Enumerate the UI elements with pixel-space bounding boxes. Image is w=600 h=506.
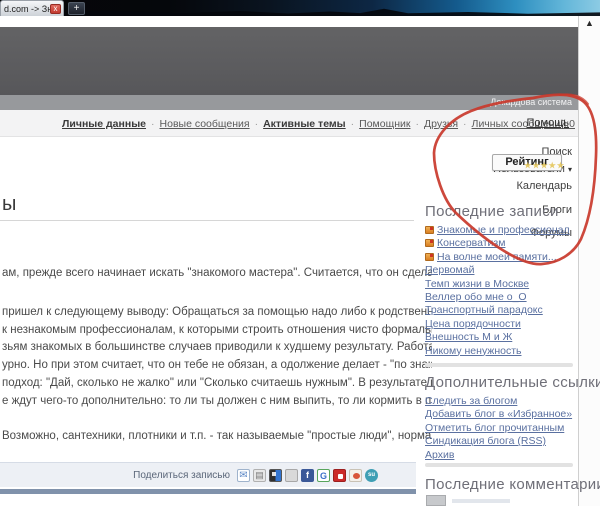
- browser-tab[interactable]: d.com -> Зна... x: [0, 0, 64, 16]
- nav-separator: ·: [463, 118, 467, 130]
- list-item: Синдикация блога (RSS): [425, 435, 572, 448]
- list-item: Цена порядочности: [425, 318, 570, 331]
- menu-help[interactable]: Помощь: [527, 117, 570, 129]
- nav-separator: ·: [151, 118, 155, 130]
- google-share-icon[interactable]: G: [317, 469, 330, 482]
- recent-post-link[interactable]: Знакомые и профессионал: [437, 224, 570, 236]
- additional-links-title: Дополнительные ссылки: [425, 374, 600, 391]
- list-item: Никому ненужность: [425, 345, 570, 358]
- list-item: Следить за блогом: [425, 395, 572, 408]
- post-line: подход: "Дай, сколько не жалко" или "Ско…: [2, 375, 432, 393]
- tab-close-icon[interactable]: x: [50, 4, 61, 14]
- email-share-icon[interactable]: ✉: [237, 469, 250, 482]
- recent-post-link[interactable]: На волне моей памяти...: [437, 251, 557, 263]
- nav-friends[interactable]: Друзья: [424, 118, 458, 130]
- mark-read-link[interactable]: Отметить блог прочитанным: [425, 422, 564, 434]
- recent-post-link[interactable]: Транспортный парадокс: [425, 304, 543, 316]
- new-tab-button[interactable]: +: [68, 2, 85, 15]
- recent-post-link[interactable]: Веллер обо мне о_О: [425, 291, 527, 303]
- rss-link[interactable]: Синдикация блога (RSS): [425, 435, 546, 447]
- screenshot-stage: d.com -> Зна... x + ▲ Декардова система …: [0, 0, 600, 506]
- nav-personal-data[interactable]: Личные данные: [62, 118, 146, 130]
- menu-calendar[interactable]: Календарь: [516, 180, 572, 192]
- recent-post-link[interactable]: Внешность М и Ж: [425, 331, 512, 343]
- post-line: пришел к следующему выводу: Обращаться з…: [2, 304, 432, 322]
- recent-post-link[interactable]: Темп жизни в Москве: [425, 278, 529, 290]
- comment-text-stub: [452, 499, 510, 503]
- wallpaper-mountains: [0, 7, 600, 16]
- follow-blog-link[interactable]: Следить за блогом: [425, 395, 517, 407]
- nav-active-topics[interactable]: Активные темы: [263, 118, 346, 130]
- post-paragraph: пришел к следующему выводу: Обращаться з…: [2, 304, 432, 410]
- post-paragraph: ам, прежде всего начинает искать "знаком…: [2, 265, 432, 283]
- nav-assistant[interactable]: Помощник: [359, 118, 410, 130]
- delicious-share-icon[interactable]: [269, 469, 282, 482]
- add-favorites-link[interactable]: Добавить блог в «Избранное»: [425, 408, 572, 420]
- list-item: Первомай: [425, 264, 570, 277]
- browser-tab-strip: d.com -> Зна... x +: [0, 0, 600, 16]
- list-item: На волне моей памяти...: [425, 251, 570, 264]
- title-divider: [0, 220, 414, 221]
- stumbleupon-share-icon[interactable]: su: [365, 469, 378, 482]
- tab-title: d.com -> Зна...: [4, 4, 50, 14]
- recent-post-link[interactable]: Цена порядочности: [425, 318, 521, 330]
- recent-post-link[interactable]: Первомай: [425, 264, 474, 276]
- additional-links-list: Следить за блогом Добавить блог в «Избра…: [425, 395, 572, 462]
- new-post-icon: [425, 253, 434, 261]
- chevron-down-icon: ▾: [568, 165, 572, 174]
- facebook-share-icon[interactable]: f: [301, 469, 314, 482]
- reddit-share-icon[interactable]: [349, 469, 362, 482]
- list-item: Транспортный парадокс: [425, 304, 570, 317]
- nav-separator: ·: [255, 118, 259, 130]
- mymir-share-icon[interactable]: [333, 469, 346, 482]
- nav-band: Личные данные · Новые сообщения · Активн…: [0, 110, 578, 137]
- post-bottom-divider: [0, 489, 416, 494]
- nav-separator: ·: [351, 118, 355, 130]
- page-content: Декардова система Личные данные · Новые …: [0, 16, 578, 506]
- scroll-up-icon[interactable]: ▲: [585, 18, 594, 28]
- list-item: Внешность М и Ж: [425, 331, 570, 344]
- archive-link[interactable]: Архив: [425, 449, 454, 461]
- list-item: Знакомые и профессионал: [425, 224, 570, 237]
- recent-posts-title: Последние записи: [425, 203, 559, 220]
- rating-stars-icon: ★★★★★: [524, 158, 565, 173]
- list-item: Добавить блог в «Избранное»: [425, 408, 572, 421]
- recent-post-link[interactable]: Никому ненужность: [425, 345, 522, 357]
- post-title-clipped: ы: [2, 193, 16, 216]
- print-icon[interactable]: ▤: [253, 469, 266, 482]
- avatar: [426, 495, 446, 506]
- post-line: к незнакомым профессионалам, к которыми …: [2, 322, 432, 340]
- nav-separator: ·: [415, 118, 419, 130]
- recent-posts-list: Знакомые и профессионал Консерватизм На …: [425, 224, 570, 358]
- new-post-icon: [425, 239, 434, 247]
- list-item: Архив: [425, 449, 572, 462]
- sidebar-divider: [425, 463, 573, 467]
- nav-new-messages[interactable]: Новые сообщения: [160, 118, 250, 130]
- share-bar: Поделиться записью ✉ ▤ f G su: [0, 462, 416, 487]
- sidebar-divider: [425, 363, 573, 367]
- recent-post-link[interactable]: Консерватизм: [437, 237, 505, 249]
- list-item: Темп жизни в Москве: [425, 278, 570, 291]
- bookmark-share-icon[interactable]: [285, 469, 298, 482]
- list-item: Веллер обо мне о_О: [425, 291, 570, 304]
- system-name-strip: Декардова система: [0, 95, 578, 110]
- nav-links: Личные данные · Новые сообщения · Активн…: [62, 110, 575, 137]
- share-label: Поделиться записью: [133, 470, 230, 481]
- post-line: е ждут чего-то дополнительно: то ли ты д…: [2, 393, 432, 411]
- list-item: Отметить блог прочитанным: [425, 422, 572, 435]
- share-row: Поделиться записью ✉ ▤ f G su: [133, 463, 378, 488]
- recent-comments-title: Последние комментарии: [425, 476, 600, 493]
- post-line: урно. Но при этом считает, что он тебе н…: [2, 357, 432, 375]
- post-paragraph: Возможно, сантехники, плотники и т.п. - …: [2, 428, 432, 446]
- rating-button[interactable]: Рейтинг ★★★★★: [492, 154, 562, 171]
- browser-scrollbar[interactable]: ▲: [578, 16, 600, 506]
- new-post-icon: [425, 226, 434, 234]
- site-header-banner: [0, 27, 578, 95]
- list-item: Консерватизм: [425, 237, 570, 250]
- post-line: зьям знакомых в большинстве случаев прив…: [2, 339, 432, 357]
